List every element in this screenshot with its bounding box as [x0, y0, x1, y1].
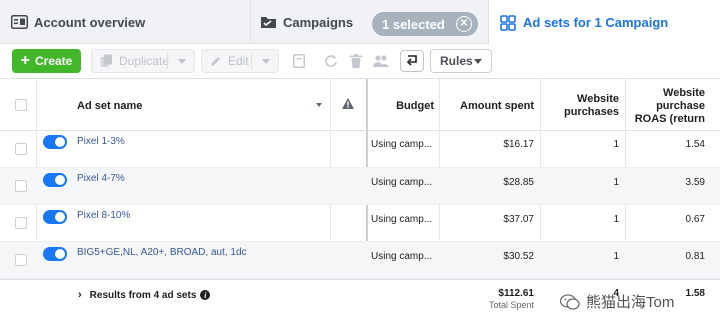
info-icon[interactable]: i [200, 290, 211, 300]
amount-spent-cell: $28.85 [503, 177, 534, 188]
row-checkbox[interactable] [15, 143, 27, 155]
duplicate-dropdown-chevron-icon[interactable] [178, 59, 186, 64]
column-header-website-purchases[interactable]: Website purchases [545, 93, 619, 119]
rules-chevron-down-icon [474, 59, 482, 64]
ad-set-status-toggle[interactable] [43, 210, 67, 224]
roas-cell: 3.59 [685, 177, 705, 188]
edit-button-label: Edit [228, 54, 249, 68]
column-header-website-purchase-roas[interactable]: Website purchase ROAS (return [628, 87, 705, 126]
row-checkbox[interactable] [15, 180, 27, 192]
total-spent-caption: Total Spent [488, 300, 534, 310]
ad-set-status-toggle[interactable] [43, 247, 67, 261]
ad-set-name-link[interactable]: Pixel 1-3% [77, 136, 125, 147]
column-header-website-purchases-line1: Website [577, 93, 619, 105]
undo-icon [405, 55, 419, 67]
results-summary-toggle[interactable]: › Results from 4 ad sets i [78, 289, 211, 301]
tab-campaigns-label: Campaigns [283, 14, 354, 30]
clear-selection-icon[interactable]: ✕ [456, 16, 472, 32]
purchases-cell: 1 [613, 251, 619, 262]
column-header-roas-line2: purchase [656, 100, 705, 112]
budget-cell: Using camp... [371, 251, 433, 262]
chevron-right-icon: › [78, 289, 82, 301]
column-header-roas-line1: Website [663, 87, 705, 99]
column-header-roas-line3: ROAS (return [634, 113, 705, 125]
rules-dropdown-label: Rules [440, 54, 473, 68]
watermark-text: 熊猫出海Tom [586, 294, 675, 311]
ad-set-name-link[interactable]: Pixel 8-10% [77, 210, 130, 221]
table-header: Ad set name Budget Amount spent Website … [0, 79, 720, 131]
roas-cell: 1.54 [685, 139, 705, 150]
edit-button[interactable]: Edit [201, 49, 279, 73]
ab-test-icon[interactable] [288, 49, 310, 73]
tab-account-overview-label: Account overview [34, 14, 146, 30]
column-header-budget[interactable]: Budget [370, 100, 434, 112]
table-row[interactable]: Pixel 8-10% Using camp... $37.07 1 0.67 [0, 205, 720, 242]
row-checkbox[interactable] [15, 254, 27, 266]
pencil-icon [210, 55, 222, 67]
folder-icon [259, 13, 277, 31]
column-header-website-purchases-line2: purchases [563, 106, 619, 118]
tab-account-overview[interactable]: Account overview [10, 0, 145, 44]
budget-cell: Using camp... [371, 139, 433, 150]
duplicate-icon [100, 54, 113, 68]
undo-button[interactable] [400, 50, 424, 72]
selection-pill[interactable]: 1 selected ✕ [372, 12, 478, 36]
amount-spent-cell: $37.07 [503, 214, 534, 225]
ad-set-status-toggle[interactable] [43, 173, 67, 187]
plus-icon: + [20, 52, 30, 69]
roas-cell: 0.81 [685, 251, 705, 262]
budget-cell: Using camp... [371, 177, 433, 188]
refresh-icon[interactable] [320, 49, 342, 73]
table-row[interactable]: Pixel 1-3% Using camp... $16.17 1 1.54 [0, 131, 720, 168]
ad-set-status-toggle[interactable] [43, 135, 67, 149]
warning-icon [342, 98, 354, 109]
create-button-label: Create [34, 54, 73, 68]
ad-set-name-link[interactable]: Pixel 4-7% [77, 173, 125, 184]
watermark: 熊猫出海Tom [559, 291, 675, 312]
wechat-icon [559, 293, 580, 310]
edit-dropdown-chevron-icon[interactable] [262, 59, 270, 64]
top-tab-bar: Account overview Campaigns 1 selected ✕ … [0, 0, 720, 45]
duplicate-button[interactable]: Duplicate [91, 49, 195, 73]
table-row[interactable]: Pixel 4-7% Using camp... $28.85 1 3.59 [0, 168, 720, 205]
tab-ad-sets[interactable]: Ad sets for 1 Campaign [488, 0, 720, 45]
amount-spent-cell: $16.17 [503, 139, 534, 150]
account-overview-icon [10, 13, 28, 31]
create-button[interactable]: + Create [12, 49, 81, 73]
rules-dropdown[interactable]: Rules [430, 49, 492, 73]
purchases-cell: 1 [613, 214, 619, 225]
column-header-ad-set-name[interactable]: Ad set name [77, 100, 142, 112]
duplicate-button-label: Duplicate [119, 54, 170, 68]
action-toolbar: + Create Duplicate Edit Rules [0, 44, 720, 76]
column-header-amount-spent[interactable]: Amount spent [440, 100, 534, 112]
amount-spent-cell: $30.52 [503, 251, 534, 262]
purchases-cell: 1 [613, 139, 619, 150]
purchases-cell: 1 [613, 177, 619, 188]
roas-cell: 0.67 [685, 214, 705, 225]
ad-set-name-link[interactable]: BIG5+GE,NL, A20+, BROAD, aut, 1dc [77, 247, 247, 258]
row-checkbox[interactable] [15, 217, 27, 229]
total-amount-spent: $112.61 [498, 288, 534, 299]
budget-cell: Using camp... [371, 214, 433, 225]
trash-icon[interactable] [345, 49, 367, 73]
results-summary-label: Results from 4 ad sets [89, 289, 197, 301]
sort-chevron-down-icon[interactable] [316, 103, 322, 107]
tab-ad-sets-label: Ad sets for 1 Campaign [523, 15, 669, 30]
ad-sets-grid-icon [499, 14, 517, 32]
selection-count: 1 selected [382, 16, 445, 32]
audience-icon[interactable] [370, 49, 392, 73]
select-all-checkbox[interactable] [15, 99, 27, 111]
table-row[interactable]: BIG5+GE,NL, A20+, BROAD, aut, 1dc Using … [0, 242, 720, 279]
